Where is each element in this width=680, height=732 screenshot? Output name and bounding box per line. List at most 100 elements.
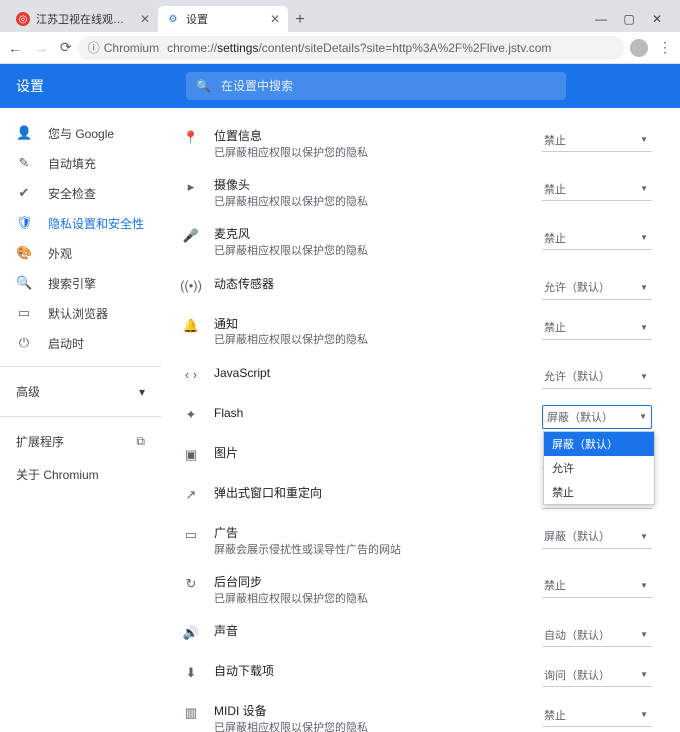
select-value: 禁止 [544,230,566,246]
perm-subtitle: 已屏蔽相应权限以保护您的隐私 [214,195,528,210]
sidebar-item-default-browser[interactable]: ▭默认浏览器 [0,298,161,328]
select-option[interactable]: 允许 [544,456,654,480]
search-icon: 🔍 [196,79,211,93]
perm-body: 麦克风已屏蔽相应权限以保护您的隐私 [214,226,528,259]
select-option[interactable]: 禁止 [544,480,654,504]
perm-select[interactable]: 自动（默认）▼ [542,623,652,647]
perm-row: ⬇ 自动下载项询问（默认）▼ [182,655,652,695]
perm-icon: ✦ [182,406,200,424]
perm-control: 禁止▼ [542,316,652,340]
site-permissions[interactable]: 📍位置信息已屏蔽相应权限以保护您的隐私禁止▼▸摄像头已屏蔽相应权限以保护您的隐私… [162,108,680,732]
perm-icon: ▭ [182,526,200,544]
perm-control: 禁止▼ [542,177,652,201]
minimize-button[interactable]: — [594,12,608,26]
perm-title: 通知 [214,316,528,333]
perm-title: JavaScript [214,365,528,382]
select-option[interactable]: 屏蔽（默认） [544,432,654,456]
perm-select[interactable]: 询问（默认）▼ [542,663,652,687]
perm-select[interactable]: 禁止▼ [542,177,652,201]
perm-body: 自动下载项 [214,663,528,680]
perm-select[interactable]: 禁止▼ [542,128,652,152]
perm-select[interactable]: 禁止▼ [542,316,652,340]
window-controls: — ▢ ✕ [586,12,672,32]
chevron-down-icon: ▼ [640,233,648,242]
perm-select[interactable]: 禁止 ▼ [542,226,652,250]
perm-row: 🎤麦克风已屏蔽相应权限以保护您的隐私禁止▼ [182,218,652,267]
perm-title: 后台同步 [214,574,528,591]
toolbar-right: ⋮ [630,39,672,57]
chevron-down-icon: ▼ [640,581,648,590]
perm-body: 声音 [214,623,528,640]
chevron-down-icon: ▼ [640,710,648,719]
perm-body: 动态传感器 [214,276,528,293]
perm-icon: ▣ [182,446,200,464]
perm-title: 广告 [214,525,528,542]
perm-body: 弹出式窗口和重定向 [214,485,528,502]
perm-row: ✦ Flash 屏蔽（默认）▼屏蔽（默认）允许禁止 [182,397,652,437]
perm-subtitle: 已屏蔽相应权限以保护您的隐私 [214,146,528,161]
sidebar-extensions[interactable]: 扩展程序⧉ [0,425,161,458]
power-icon: ⏻ [16,335,32,351]
perm-control: 禁止 ▼ [542,226,652,250]
sidebar-about[interactable]: 关于 Chromium [0,458,161,491]
perm-select[interactable]: 允许（默认）▼ [542,365,652,389]
perm-body: JavaScript [214,365,528,382]
sidebar-item-you-google[interactable]: 👤您与 Google [0,118,161,148]
tab-0[interactable]: ◎ 江苏卫视在线观看_江苏电视台 ✕ [8,6,158,32]
perm-select[interactable]: 屏蔽（默认）▼屏蔽（默认）允许禁止 [542,405,652,429]
select-dropdown: 屏蔽（默认）允许禁止 [543,431,655,505]
tab-title: 设置 [186,11,264,27]
page-title: 设置 [16,76,166,96]
chevron-down-icon: ▼ [639,412,647,421]
main: 👤您与 Google ✎自动填充 ✔安全检查 🛡隐私设置和安全性 🎨外观 🔍搜索… [0,108,680,732]
perm-title: 动态传感器 [214,276,528,293]
close-icon[interactable]: ✕ [270,12,280,26]
perm-body: MIDI 设备已屏蔽相应权限以保护您的隐私 [214,703,528,732]
perm-title: Flash [214,405,528,422]
chevron-down-icon: ▼ [640,283,648,292]
sidebar-advanced[interactable]: 高级▾ [0,375,161,408]
perm-icon: 🔔 [182,317,200,335]
perm-select[interactable]: 屏蔽（默认）▼ [542,525,652,549]
perm-select[interactable]: 禁止▼ [542,703,652,727]
forward-button[interactable]: → [34,40,48,56]
chevron-down-icon: ▼ [640,184,648,193]
sidebar-item-safety[interactable]: ✔安全检查 [0,178,161,208]
menu-button[interactable]: ⋮ [658,39,672,56]
perm-control: 自动（默认）▼ [542,623,652,647]
omnibox[interactable]: ⓘ Chromium chrome://settings/content/sit… [78,36,624,60]
perm-control: 禁止▼ [542,703,652,727]
sidebar-item-autofill[interactable]: ✎自动填充 [0,148,161,178]
sidebar-item-privacy[interactable]: 🛡隐私设置和安全性 [0,208,161,238]
select-value: 屏蔽（默认） [544,528,610,544]
tab-1[interactable]: ⚙ 设置 ✕ [158,6,288,32]
perm-subtitle: 已屏蔽相应权限以保护您的隐私 [214,244,528,259]
close-icon[interactable]: ✕ [140,12,150,26]
perm-select[interactable]: 禁止▼ [542,574,652,598]
back-button[interactable]: ← [8,40,22,56]
settings-header: 设置 🔍 [0,64,680,108]
profile-avatar[interactable] [630,39,648,57]
chevron-down-icon: ▼ [640,670,648,679]
perm-title: 图片 [214,445,528,462]
maximize-button[interactable]: ▢ [622,12,636,26]
close-button[interactable]: ✕ [650,12,664,26]
reload-button[interactable]: ⟳ [60,39,72,56]
select-value: 允许（默认） [544,368,610,384]
nav-buttons: ← → ⟳ [8,39,72,56]
security-chip: ⓘ Chromium [88,39,159,56]
perm-select[interactable]: 允许（默认）▼ [542,276,652,300]
new-tab-button[interactable]: + [288,8,312,32]
favicon-site: ◎ [16,12,30,26]
sidebar-item-search[interactable]: 🔍搜索引擎 [0,268,161,298]
perm-title: 声音 [214,623,528,640]
titlebar: ◎ 江苏卫视在线观看_江苏电视台 ✕ ⚙ 设置 ✕ + — ▢ ✕ [0,0,680,32]
sidebar-item-startup[interactable]: ⏻启动时 [0,328,161,358]
search-input[interactable] [221,79,556,93]
perm-icon: ⬇ [182,664,200,682]
perm-title: 麦克风 [214,226,528,243]
tab-title: 江苏卫视在线观看_江苏电视台 [36,11,134,27]
sidebar-item-appearance[interactable]: 🎨外观 [0,238,161,268]
settings-search[interactable]: 🔍 [186,72,566,100]
perm-row: ↻后台同步已屏蔽相应权限以保护您的隐私禁止▼ [182,566,652,615]
